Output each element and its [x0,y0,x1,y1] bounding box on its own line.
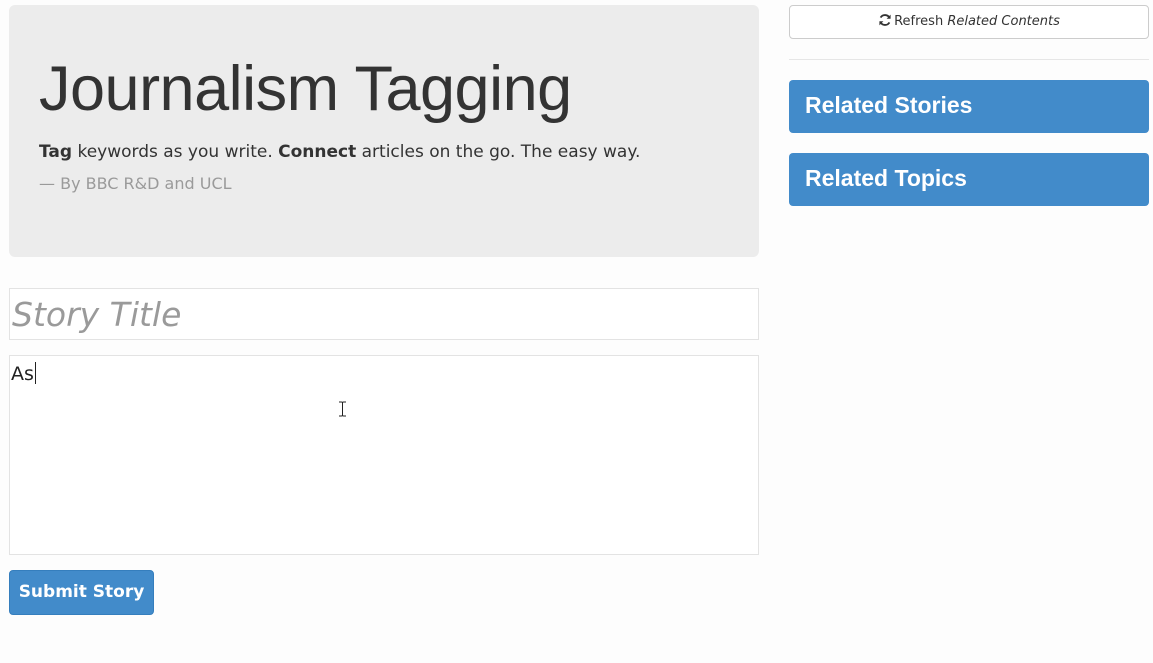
page: Journalism Tagging Tag keywords as you w… [0,0,1153,663]
tagline-text-1: keywords as you write. [72,142,279,162]
refresh-related-contents-button[interactable]: Refresh Related Contents [789,5,1149,39]
submit-story-button[interactable]: Submit Story [9,570,154,615]
refresh-label-related-contents: Related Contents [947,14,1060,29]
story-body-text: As [11,363,34,385]
page-title: Journalism Tagging [39,54,572,124]
tagline-text-2: articles on the go. The easy way. [356,142,641,162]
tagline: Tag keywords as you write. Connect artic… [39,139,729,165]
sidebar-divider [789,59,1149,60]
header-jumbotron: Journalism Tagging Tag keywords as you w… [9,5,759,257]
related-stories-panel[interactable]: Related Stories [789,80,1149,133]
refresh-icon [879,14,891,26]
tagline-strong-connect: Connect [278,142,357,162]
story-body-editor[interactable]: As [9,355,759,555]
story-title-input[interactable] [9,288,759,340]
byline: — By BBC R&D and UCL [39,174,232,193]
text-cursor-icon [339,401,346,417]
tagline-strong-tag: Tag [39,142,73,162]
refresh-label: Refresh [894,14,944,29]
related-topics-panel[interactable]: Related Topics [789,153,1149,206]
text-caret [34,362,36,384]
